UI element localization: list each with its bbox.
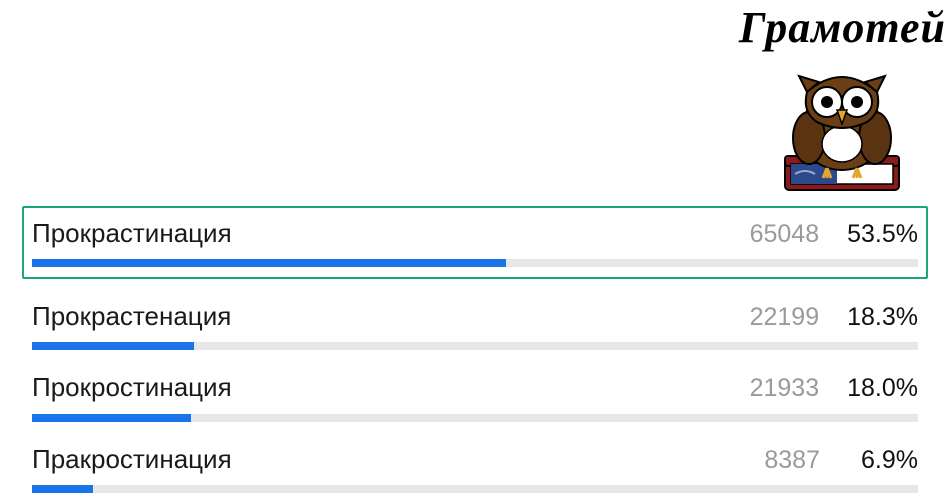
answer-option[interactable]: Пракростинация 8387 6.9% (22, 432, 928, 493)
brand: Грамотей (739, 0, 946, 197)
answer-label: Прокростинация (32, 372, 737, 403)
progress-bar (32, 414, 918, 422)
answer-percent: 18.0% (847, 373, 918, 403)
owl-on-book-icon (767, 52, 917, 197)
progress-bar-fill (32, 259, 506, 267)
answer-option[interactable]: Прокростинация 21933 18.0% (22, 360, 928, 421)
answer-count: 22199 (749, 302, 819, 332)
answer-option[interactable]: Прокрастинация 65048 53.5% (22, 206, 928, 279)
answer-percent: 18.3% (847, 302, 918, 332)
progress-bar-fill (32, 485, 93, 493)
progress-bar (32, 485, 918, 493)
answer-percent: 53.5% (847, 219, 918, 249)
answer-list: Прокрастинация 65048 53.5% Прокрастенаци… (22, 206, 928, 501)
answer-option[interactable]: Прокрастенация 22199 18.3% (22, 289, 928, 350)
progress-bar-fill (32, 342, 194, 350)
answer-label: Прокрастинация (32, 218, 737, 249)
answer-label: Пракростинация (32, 444, 738, 475)
answer-percent: 6.9% (848, 445, 918, 475)
progress-bar (32, 342, 918, 350)
answer-count: 65048 (749, 219, 819, 249)
answer-count: 8387 (750, 445, 820, 475)
progress-bar (32, 259, 918, 267)
answer-count: 21933 (749, 373, 819, 403)
answer-label: Прокрастенация (32, 301, 737, 332)
brand-title: Грамотей (739, 6, 946, 50)
progress-bar-fill (32, 414, 191, 422)
